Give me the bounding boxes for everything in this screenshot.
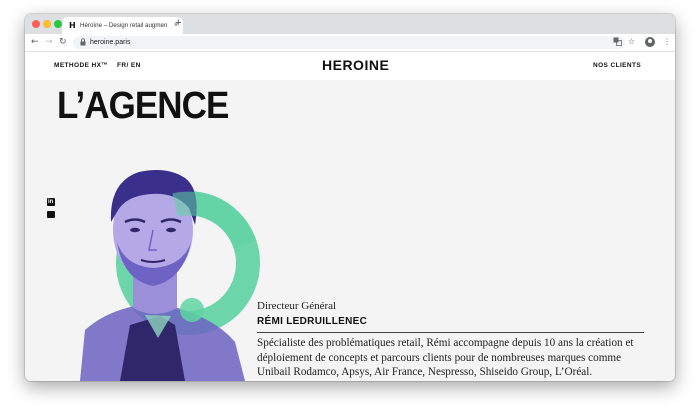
tab-strip: H Héroïne – Design retail augmen × + bbox=[25, 14, 675, 34]
zoom-window-button[interactable] bbox=[54, 20, 62, 28]
nav-methode-hx[interactable]: METHODE HX™ bbox=[54, 62, 108, 70]
new-tab-button[interactable]: + bbox=[175, 17, 181, 29]
nav-nos-clients[interactable]: NOS CLIENTS bbox=[593, 62, 641, 70]
browser-window: H Héroïne – Design retail augmen × + ← →… bbox=[25, 14, 675, 381]
profile-icon[interactable] bbox=[645, 37, 655, 47]
close-window-button[interactable] bbox=[32, 20, 40, 28]
page-content: L’AGENCE in Directeur Général RÉMI LEDRU… bbox=[25, 80, 675, 381]
translate-icon[interactable] bbox=[613, 37, 622, 49]
browser-toolbar: ← → ↻ heroine.paris ☆ ⋮ bbox=[25, 34, 675, 52]
tab-heroine[interactable]: H Héroïne – Design retail augmen × bbox=[62, 17, 183, 34]
minimize-window-button[interactable] bbox=[43, 20, 51, 28]
forward-button[interactable]: → bbox=[45, 36, 53, 48]
star-icon[interactable]: ☆ bbox=[628, 37, 635, 47]
menu-icon[interactable]: ⋮ bbox=[663, 37, 671, 47]
person-name: RÉMI LEDRUILLENEC bbox=[257, 316, 368, 327]
url-text: heroine.paris bbox=[90, 39, 131, 46]
person-role: Directeur Général bbox=[257, 300, 337, 312]
reload-button[interactable]: ↻ bbox=[59, 36, 67, 48]
language-switch[interactable]: FR/ EN bbox=[117, 62, 141, 70]
linkedin-icon[interactable]: in bbox=[47, 198, 55, 206]
mail-icon[interactable] bbox=[47, 211, 55, 218]
favicon-icon: H bbox=[69, 21, 76, 30]
site-logo[interactable]: HEROINE bbox=[322, 57, 389, 73]
back-button[interactable]: ← bbox=[31, 36, 39, 48]
tab-title: Héroïne – Design retail augmen bbox=[80, 22, 168, 29]
site-header: METHODE HX™ FR/ EN HEROINE NOS CLIENTS bbox=[25, 52, 675, 80]
address-bar[interactable]: heroine.paris bbox=[73, 36, 625, 49]
person-bio: Spécialiste des problématiques retail, R… bbox=[257, 337, 634, 378]
divider bbox=[257, 332, 644, 333]
lock-icon bbox=[80, 38, 86, 49]
